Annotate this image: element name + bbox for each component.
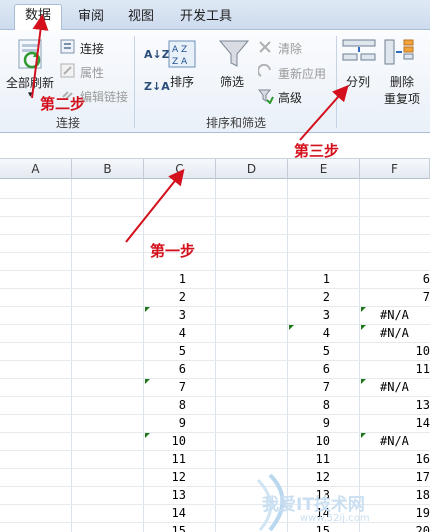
excel-window: 数据 审阅 视图 开发工具 全部刷新 ▾ 连接 属性 编辑链接 连接 A↓Z Z… (0, 0, 430, 532)
step2-arrow (31, 14, 49, 99)
step1-label: 第一步 (150, 242, 196, 260)
watermark-text: 我爱IT技术网 (262, 495, 365, 515)
step2-label: 第二步 (40, 95, 86, 113)
step1-arrow (125, 168, 185, 243)
step3-label: 第三步 (294, 142, 340, 160)
watermark-url: www.52ij.com (300, 513, 370, 524)
annotation-arrows (31, 14, 349, 243)
step3-arrow (299, 85, 349, 141)
